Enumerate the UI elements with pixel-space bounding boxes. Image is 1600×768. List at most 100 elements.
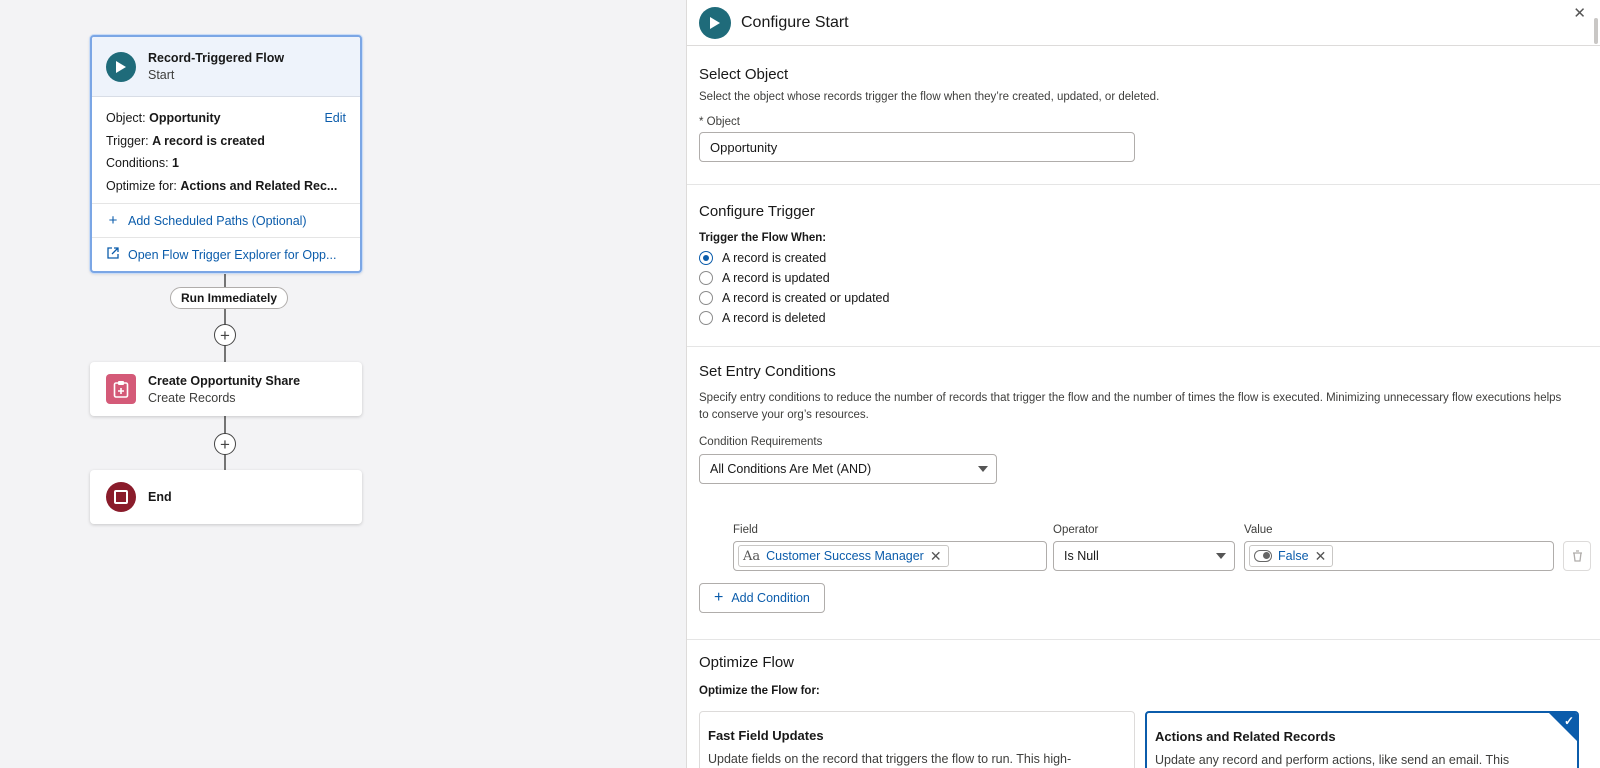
fast-field-updates-card[interactable]: Fast Field Updates Update fields on the … (699, 711, 1135, 768)
play-icon (699, 6, 731, 39)
add-condition-button[interactable]: + Add Condition (699, 583, 825, 613)
create-node-title: Create Opportunity Share (148, 373, 301, 388)
condition-requirements-select[interactable]: All Conditions Are Met (AND) (699, 454, 997, 484)
start-node-title: Record-Triggered Flow (148, 51, 285, 65)
operator-column-header: Operator (1053, 524, 1099, 536)
entry-conditions-description: Specify entry conditions to reduce the n… (699, 392, 1562, 421)
field-column-header: Field (733, 524, 758, 536)
plus-icon: + (714, 589, 724, 606)
condition-requirements-value: All Conditions Are Met (AND) (710, 462, 872, 476)
delete-condition-button[interactable] (1563, 541, 1591, 571)
start-node-subtitle: Start (148, 68, 175, 82)
trash-icon (1572, 550, 1582, 562)
optimize-key: Optimize for: (106, 178, 177, 193)
entry-conditions-section: Set Entry Conditions Specify entry condi… (687, 347, 1600, 640)
start-node-details: Object: Opportunity Edit Trigger: A reco… (92, 97, 360, 197)
condition-value-input[interactable]: False ✕ (1244, 541, 1554, 571)
value-column-header: Value (1244, 524, 1273, 536)
object-key: Object: (106, 111, 146, 125)
close-icon[interactable]: ✕ (1573, 4, 1586, 22)
configure-trigger-section: Configure Trigger Trigger the Flow When:… (687, 185, 1600, 347)
radio-option-deleted[interactable]: A record is deleted (699, 308, 1600, 328)
radio-label: A record is created (722, 251, 827, 265)
optimize-flow-section: Optimize Flow Optimize the Flow for: Fas… (687, 640, 1600, 768)
entry-conditions-title: Set Entry Conditions (699, 363, 836, 380)
radio-selected-icon[interactable] (699, 251, 713, 265)
radio-icon[interactable] (699, 271, 713, 285)
add-scheduled-paths-label: Add Scheduled Paths (Optional) (128, 213, 307, 228)
optimize-for-label: Optimize the Flow for: (699, 685, 820, 697)
value-token-label: False (1278, 549, 1309, 563)
radio-label: A record is updated (722, 271, 830, 285)
start-node[interactable]: Record-Triggered Flow Start Object: Oppo… (90, 35, 362, 273)
radio-option-created-or-updated[interactable]: A record is created or updated (699, 288, 1600, 308)
remove-token-icon[interactable]: ✕ (1315, 548, 1327, 565)
trigger-value: A record is created (152, 133, 265, 148)
value-token[interactable]: False ✕ (1249, 545, 1334, 567)
condition-requirements-label: Condition Requirements (699, 436, 823, 448)
checkmark-icon: ✓ (1563, 714, 1574, 728)
add-element-button[interactable]: + (214, 433, 236, 455)
end-node-title: End (148, 490, 172, 504)
create-node-subtitle: Create Records (148, 390, 236, 405)
scrollbar-thumb[interactable] (1594, 18, 1598, 44)
open-trigger-explorer-link[interactable]: Open Flow Trigger Explorer for Opp... (92, 237, 360, 271)
actions-related-records-description: Update any record and perform actions, l… (1155, 753, 1510, 767)
connector-line (224, 273, 226, 287)
chevron-down-icon (1216, 553, 1226, 559)
remove-token-icon[interactable]: ✕ (930, 548, 942, 565)
object-input[interactable]: Opportunity (699, 132, 1135, 162)
stop-icon (106, 482, 136, 512)
object-value: Opportunity (149, 111, 221, 125)
play-icon (106, 51, 136, 82)
boolean-icon (1254, 550, 1272, 562)
fast-field-updates-title: Fast Field Updates (708, 728, 824, 743)
panel-title: Configure Start (741, 13, 849, 31)
field-token[interactable]: Aa Customer Success Manager ✕ (738, 545, 949, 567)
actions-related-records-title: Actions and Related Records (1155, 729, 1336, 744)
add-condition-label: Add Condition (731, 591, 810, 605)
panel-header: Configure Start ✕ (687, 0, 1600, 46)
plus-icon: + (108, 212, 118, 229)
plus-icon: + (220, 325, 230, 345)
add-element-button[interactable]: + (214, 324, 236, 346)
chevron-down-icon (978, 466, 988, 472)
operator-value: Is Null (1064, 549, 1099, 563)
select-object-title: Select Object (699, 66, 789, 83)
fast-field-updates-description: Update fields on the record that trigger… (708, 752, 1072, 766)
field-token-label: Customer Success Manager (766, 549, 924, 563)
trigger-when-label: Trigger the Flow When: (699, 232, 827, 244)
text-field-icon: Aa (743, 548, 761, 564)
add-scheduled-paths-link[interactable]: + Add Scheduled Paths (Optional) (92, 203, 360, 237)
end-node[interactable]: End (90, 470, 362, 524)
open-trigger-explorer-label: Open Flow Trigger Explorer for Opp... (128, 247, 337, 262)
create-records-node[interactable]: Create Opportunity Share Create Records (90, 362, 362, 416)
conditions-value: 1 (172, 156, 179, 170)
optimize-flow-title: Optimize Flow (699, 654, 795, 671)
trigger-radio-group: A record is created A record is updated … (699, 248, 1600, 328)
select-object-section: Select Object Select the object whose re… (687, 46, 1600, 185)
condition-field-input[interactable]: Aa Customer Success Manager ✕ (733, 541, 1047, 571)
condition-operator-select[interactable]: Is Null (1053, 541, 1235, 571)
configure-start-panel: Configure Start ✕ Select Object Select t… (686, 0, 1600, 768)
configure-trigger-title: Configure Trigger (699, 203, 815, 220)
radio-icon[interactable] (699, 311, 713, 325)
radio-icon[interactable] (699, 291, 713, 305)
plus-icon: + (220, 434, 230, 454)
object-field-label: * Object (699, 116, 740, 128)
optimize-row: Optimize for: Actions and Related Rec... (106, 175, 346, 198)
flow-canvas[interactable]: Record-Triggered Flow Start Object: Oppo… (0, 0, 686, 768)
trigger-row: Trigger: A record is created (106, 130, 346, 153)
radio-label: A record is deleted (722, 311, 826, 325)
conditions-key: Conditions: (106, 156, 169, 170)
select-object-description: Select the object whose records trigger … (699, 91, 1160, 103)
actions-related-records-card[interactable]: ✓ Actions and Related Records Update any… (1145, 711, 1579, 768)
radio-label: A record is created or updated (722, 291, 890, 305)
create-records-icon (106, 374, 136, 404)
start-node-header[interactable]: Record-Triggered Flow Start (92, 37, 360, 97)
run-immediately-pill[interactable]: Run Immediately (170, 287, 289, 309)
radio-option-updated[interactable]: A record is updated (699, 268, 1600, 288)
trigger-key: Trigger: (106, 133, 149, 148)
edit-link[interactable]: Edit (324, 107, 346, 130)
radio-option-created[interactable]: A record is created (699, 248, 1600, 268)
